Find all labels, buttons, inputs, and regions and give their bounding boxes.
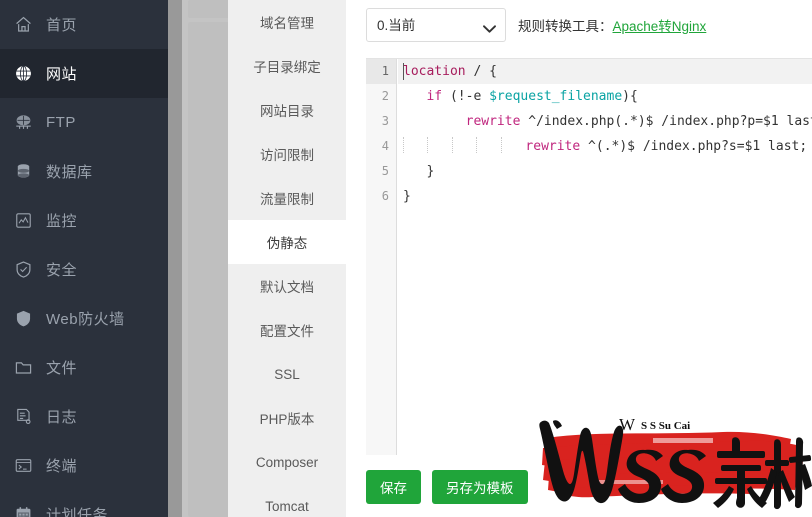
submenu-item-11[interactable]: Tomcat [228, 484, 346, 517]
rewrite-panel: 0.当前 规则转换工具： Apache转Nginx 1 2 3 4 5 6 locatio… [346, 0, 812, 517]
submenu-item-2[interactable]: 网站目录 [228, 88, 346, 132]
line-number: 2 [381, 89, 389, 103]
sidebar-item-label: 数据库 [46, 164, 93, 181]
terminal-icon [10, 456, 36, 476]
calendar-icon [10, 505, 36, 517]
line-number: 5 [381, 164, 389, 178]
sidebar-item-label: 安全 [46, 262, 78, 279]
shield-check-icon [10, 260, 36, 280]
save-button[interactable]: 保存 [366, 470, 421, 504]
log-icon [10, 407, 36, 427]
submenu-item-9[interactable]: PHP版本 [228, 396, 346, 440]
submenu-item-3[interactable]: 访问限制 [228, 132, 346, 176]
globe-icon [10, 64, 36, 84]
primary-sidebar: 首页网站 FTP 数据库监控安全 Web防火墙 文件日志终端计划任务 [0, 0, 168, 517]
editor-toolbar: 0.当前 规则转换工具： Apache转Nginx [366, 8, 706, 42]
sidebar-item-1[interactable]: 网站 [0, 49, 168, 98]
submenu-item-7[interactable]: 配置文件 [228, 308, 346, 352]
code-line[interactable]: location / { [398, 59, 812, 84]
sidebar-item-label: 日志 [46, 409, 78, 426]
shield-icon [10, 309, 36, 329]
code-line[interactable]: } [398, 184, 812, 209]
sidebar-item-5[interactable]: 安全 [0, 245, 168, 294]
app-root: 添加 首页网站FTP数据库监控安全Web防火墙文件日志终端计划任务 域名管理子目… [0, 0, 812, 517]
line-number: 3 [381, 114, 389, 128]
code-editor[interactable]: 1 2 3 4 5 6 location / { if (!-e $request_fil… [366, 58, 812, 455]
sidebar-item-2[interactable]: FTP [0, 98, 168, 147]
rule-select-wrapper[interactable]: 0.当前 [366, 8, 506, 42]
code-line[interactable]: } [398, 159, 812, 184]
sidebar-item-label: 文件 [46, 360, 78, 377]
line-number: 1 [366, 59, 396, 84]
code-content[interactable]: location / { if (!-e $request_filename){… [398, 59, 812, 455]
sidebar-item-label: FTP [46, 114, 76, 131]
sidebar-item-4[interactable]: 监控 [0, 196, 168, 245]
ftp-icon [10, 113, 36, 133]
sidebar-item-label: Web防火墙 [46, 311, 125, 328]
sidebar-item-9[interactable]: 终端 [0, 441, 168, 490]
sidebar-item-label: 监控 [46, 213, 78, 230]
submenu-item-6[interactable]: 默认文档 [228, 264, 346, 308]
home-icon [10, 15, 36, 35]
submenu-item-10[interactable]: Composer [228, 440, 346, 484]
rule-select[interactable]: 0.当前 [366, 8, 506, 42]
sidebar-item-6[interactable]: Web防火墙 [0, 294, 168, 343]
sidebar-item-label: 计划任务 [46, 507, 109, 517]
code-line[interactable]: if (!-e $request_filename){ [398, 84, 812, 109]
sidebar-item-label: 终端 [46, 458, 78, 475]
folder-icon [10, 358, 36, 378]
submenu-item-5[interactable]: 伪静态 [228, 220, 346, 264]
sidebar-item-8[interactable]: 日志 [0, 392, 168, 441]
line-number: 4 [381, 139, 389, 153]
line-number-gutter: 1 2 3 4 5 6 [366, 59, 397, 455]
apache-to-nginx-link[interactable]: Apache转Nginx [613, 15, 707, 35]
modal-scrim-edge [168, 0, 182, 517]
sidebar-item-3[interactable]: 数据库 [0, 147, 168, 196]
secondary-menu: 域名管理 子目录绑定 网站目录 访问限制 流量限制 伪静态 默认文档 配置文件 SSL PHP版本… [228, 0, 346, 517]
sidebar-item-label: 首页 [46, 17, 78, 34]
line-number: 6 [381, 189, 389, 203]
code-line[interactable]: rewrite ^(.*)$ /index.php?s=$1 last; [398, 134, 812, 159]
submenu-item-0[interactable]: 域名管理 [228, 0, 346, 44]
editor-footer: 保存 另存为模板 [366, 470, 528, 504]
sidebar-item-7[interactable]: 文件 [0, 343, 168, 392]
database-icon [10, 162, 36, 182]
monitor-icon [10, 211, 36, 231]
sidebar-item-0[interactable]: 首页 [0, 0, 168, 49]
submenu-item-8[interactable]: SSL [228, 352, 346, 396]
submenu-item-4[interactable]: 流量限制 [228, 176, 346, 220]
sidebar-item-10[interactable]: 计划任务 [0, 490, 168, 517]
convert-tool-label: 规则转换工具： [518, 19, 613, 34]
code-line[interactable]: rewrite ^/index.php(.*)$ /index.php?p=$1… [398, 109, 812, 134]
submenu-item-1[interactable]: 子目录绑定 [228, 44, 346, 88]
sidebar-item-label: 网站 [46, 66, 78, 83]
save-as-template-button[interactable]: 另存为模板 [432, 470, 528, 504]
